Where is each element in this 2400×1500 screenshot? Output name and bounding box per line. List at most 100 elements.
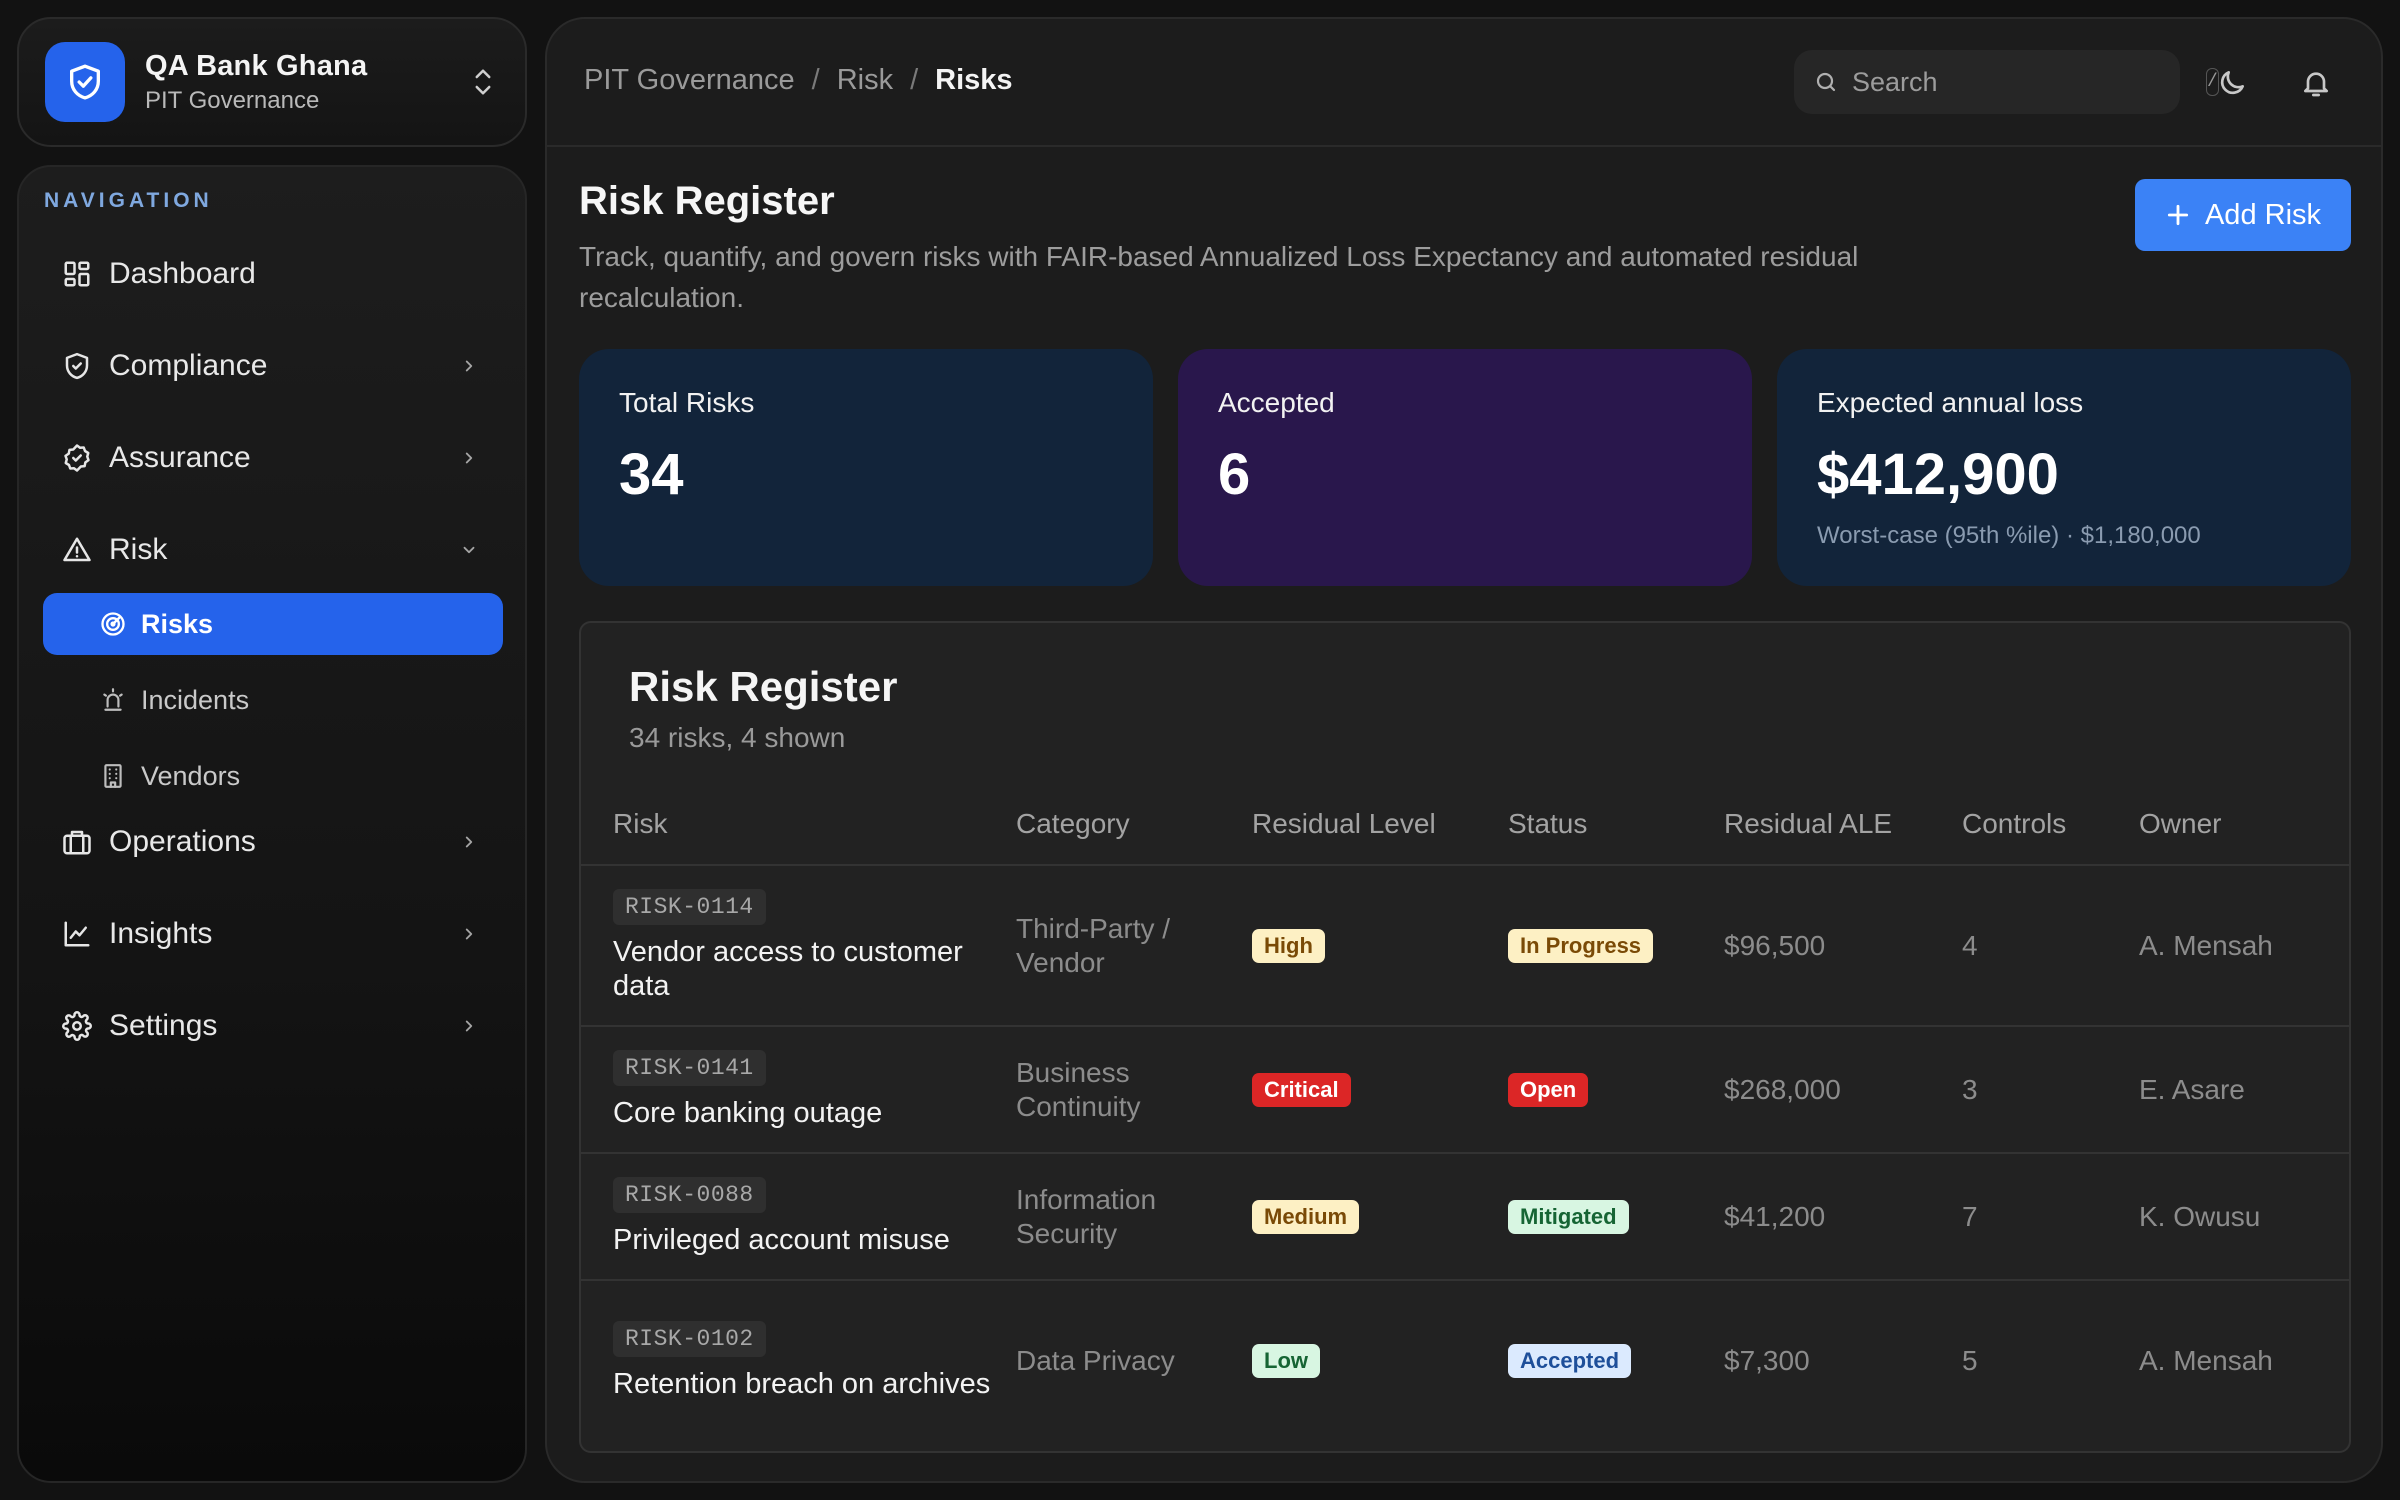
breadcrumb-separator: / (910, 64, 919, 96)
risk-cell: RISK-0102 Retention breach on archives (581, 1280, 1016, 1440)
column-header-category[interactable]: Category (1016, 783, 1252, 866)
owner-cell: E. Asare (2139, 1026, 2349, 1154)
controls-cell: 3 (1962, 1026, 2139, 1154)
sidebar-item-settings[interactable]: Settings (43, 995, 503, 1057)
column-header-owner[interactable]: Owner (2139, 783, 2349, 866)
residual-level-cell: Low (1252, 1280, 1508, 1440)
residual-ale-cell: $96,500 (1724, 865, 1962, 1027)
column-header-status[interactable]: Status (1508, 783, 1724, 866)
search-input[interactable] (1852, 66, 2206, 98)
risk-id-chip: RISK-0114 (613, 889, 766, 925)
risk-name[interactable]: Privileged account misuse (613, 1223, 1013, 1257)
notifications-button[interactable] (2296, 63, 2336, 103)
add-risk-label: Add Risk (2204, 198, 2322, 231)
level-badge: Low (1252, 1344, 1320, 1378)
column-header-controls[interactable]: Controls (1962, 783, 2139, 866)
shield-logo-icon (45, 42, 125, 122)
risk-table: Risk Category Residual Level Status Resi… (581, 783, 2349, 1440)
sidebar-item-operations[interactable]: Operations (43, 811, 503, 873)
table-row[interactable]: RISK-0114 Vendor access to customer data… (581, 865, 2349, 1027)
controls-cell: 4 (1962, 865, 2139, 1027)
sidebar-item-label: Insights (109, 917, 213, 950)
page-title: Risk Register (579, 179, 835, 223)
table-row[interactable]: RISK-0141 Core banking outage Business C… (581, 1026, 2349, 1154)
stat-note: Worst-case (95th %ile) · $1,180,000 (1817, 522, 2201, 549)
org-name: QA Bank Ghana (145, 49, 368, 82)
residual-level-cell: High (1252, 865, 1508, 1027)
search-box[interactable]: / (1794, 50, 2219, 114)
risk-cell: RISK-0114 Vendor access to customer data (581, 865, 1016, 1027)
category-cell: Business Continuity (1016, 1026, 1252, 1154)
breadcrumb-item-pit-governance[interactable]: PIT Governance (584, 64, 795, 97)
breadcrumb-item-risk[interactable]: Risk (837, 64, 893, 97)
table-row[interactable]: RISK-0102 Retention breach on archives D… (581, 1280, 2349, 1440)
search-icon (1814, 70, 1838, 94)
category-cell: Third-Party / Vendor (1016, 865, 1252, 1027)
sidebar-item-insights[interactable]: Insights (43, 903, 503, 965)
stat-card-expected-annual-loss: Expected annual loss $412,900 Worst-case… (1777, 349, 2351, 586)
line-chart-icon (61, 918, 93, 950)
card-subtitle: 34 risks, 4 shown (629, 722, 846, 753)
table-row[interactable]: RISK-0088 Privileged account misuse Info… (581, 1153, 2349, 1281)
risk-id-chip: RISK-0141 (613, 1050, 766, 1086)
sidebar-item-assurance[interactable]: Assurance (43, 427, 503, 489)
radar-icon (99, 610, 127, 638)
moon-icon (2216, 67, 2248, 99)
sidebar-item-risk[interactable]: Risk (43, 519, 503, 581)
stat-label: Total Risks (619, 387, 755, 418)
status-cell: Open (1508, 1026, 1724, 1154)
warning-triangle-icon (61, 534, 93, 566)
category-cell: Data Privacy (1016, 1344, 1175, 1376)
add-risk-button[interactable]: Add Risk (2135, 179, 2351, 251)
status-cell: Accepted (1508, 1280, 1724, 1440)
owner-cell: A. Mensah (2139, 1344, 2273, 1376)
owner-cell: A. Mensah (2139, 865, 2349, 1027)
sidebar-subitem-vendors[interactable]: Vendors (43, 745, 503, 807)
sidebar-subitem-label: Vendors (141, 760, 241, 791)
risk-cell: RISK-0088 Privileged account misuse (581, 1153, 1016, 1281)
column-header-residual-level[interactable]: Residual Level (1252, 783, 1508, 866)
risk-name[interactable]: Retention breach on archives (613, 1367, 1013, 1401)
sidebar-subitem-label: Risks (141, 608, 214, 639)
status-badge: Accepted (1508, 1344, 1632, 1378)
breadcrumb-item-risks: Risks (935, 64, 1013, 96)
sidebar-item-dashboard[interactable]: Dashboard (43, 243, 503, 305)
building-icon (99, 762, 127, 790)
category-cell: Information Security (1016, 1153, 1252, 1281)
table-header-row: Risk Category Residual Level Status Resi… (581, 783, 2349, 866)
dashboard-icon (61, 258, 93, 290)
theme-toggle-button[interactable] (2212, 63, 2252, 103)
chevron-right-icon (455, 352, 483, 380)
sidebar-item-compliance[interactable]: Compliance (43, 335, 503, 397)
risk-id-chip: RISK-0088 (613, 1177, 766, 1213)
gear-icon (61, 1010, 93, 1042)
chevron-right-icon (455, 920, 483, 948)
risk-name[interactable]: Vendor access to customer data (613, 935, 1013, 1003)
status-cell: In Progress (1508, 865, 1724, 1027)
column-header-residual-ale[interactable]: Residual ALE (1724, 783, 1962, 866)
breadcrumb-separator: / (811, 64, 820, 96)
breadcrumb: PIT Governance / Risk / Risks (584, 64, 1013, 97)
badge-check-icon (61, 442, 93, 474)
main-panel: PIT Governance / Risk / Risks / Risk Reg… (545, 17, 2383, 1483)
level-badge: Medium (1252, 1200, 1360, 1234)
chevron-right-icon (455, 1012, 483, 1040)
org-switcher[interactable]: QA Bank Ghana PIT Governance (17, 17, 527, 147)
chevron-down-icon (455, 536, 483, 564)
sidebar-item-label: Compliance (109, 349, 268, 382)
risk-name[interactable]: Core banking outage (613, 1096, 1013, 1130)
stat-card-total-risks: Total Risks 34 (579, 349, 1153, 586)
stat-label: Expected annual loss (1817, 387, 2084, 418)
sidebar-subitem-incidents[interactable]: Incidents (43, 669, 503, 731)
residual-level-cell: Medium (1252, 1153, 1508, 1281)
shield-check-icon (61, 350, 93, 382)
chevron-up-down-icon[interactable] (467, 62, 499, 102)
stat-value: $412,900 (1817, 442, 2059, 507)
column-header-risk[interactable]: Risk (581, 783, 1016, 866)
page-description: Track, quantify, and govern risks with F… (579, 241, 1859, 313)
sidebar-subitem-risks[interactable]: Risks (43, 593, 503, 655)
residual-ale-cell: $7,300 (1724, 1344, 1810, 1376)
status-badge: In Progress (1508, 929, 1654, 963)
sidebar-item-label: Dashboard (109, 257, 256, 290)
risk-register-card: Risk Register 34 risks, 4 shown Risk Cat… (579, 621, 2351, 1453)
